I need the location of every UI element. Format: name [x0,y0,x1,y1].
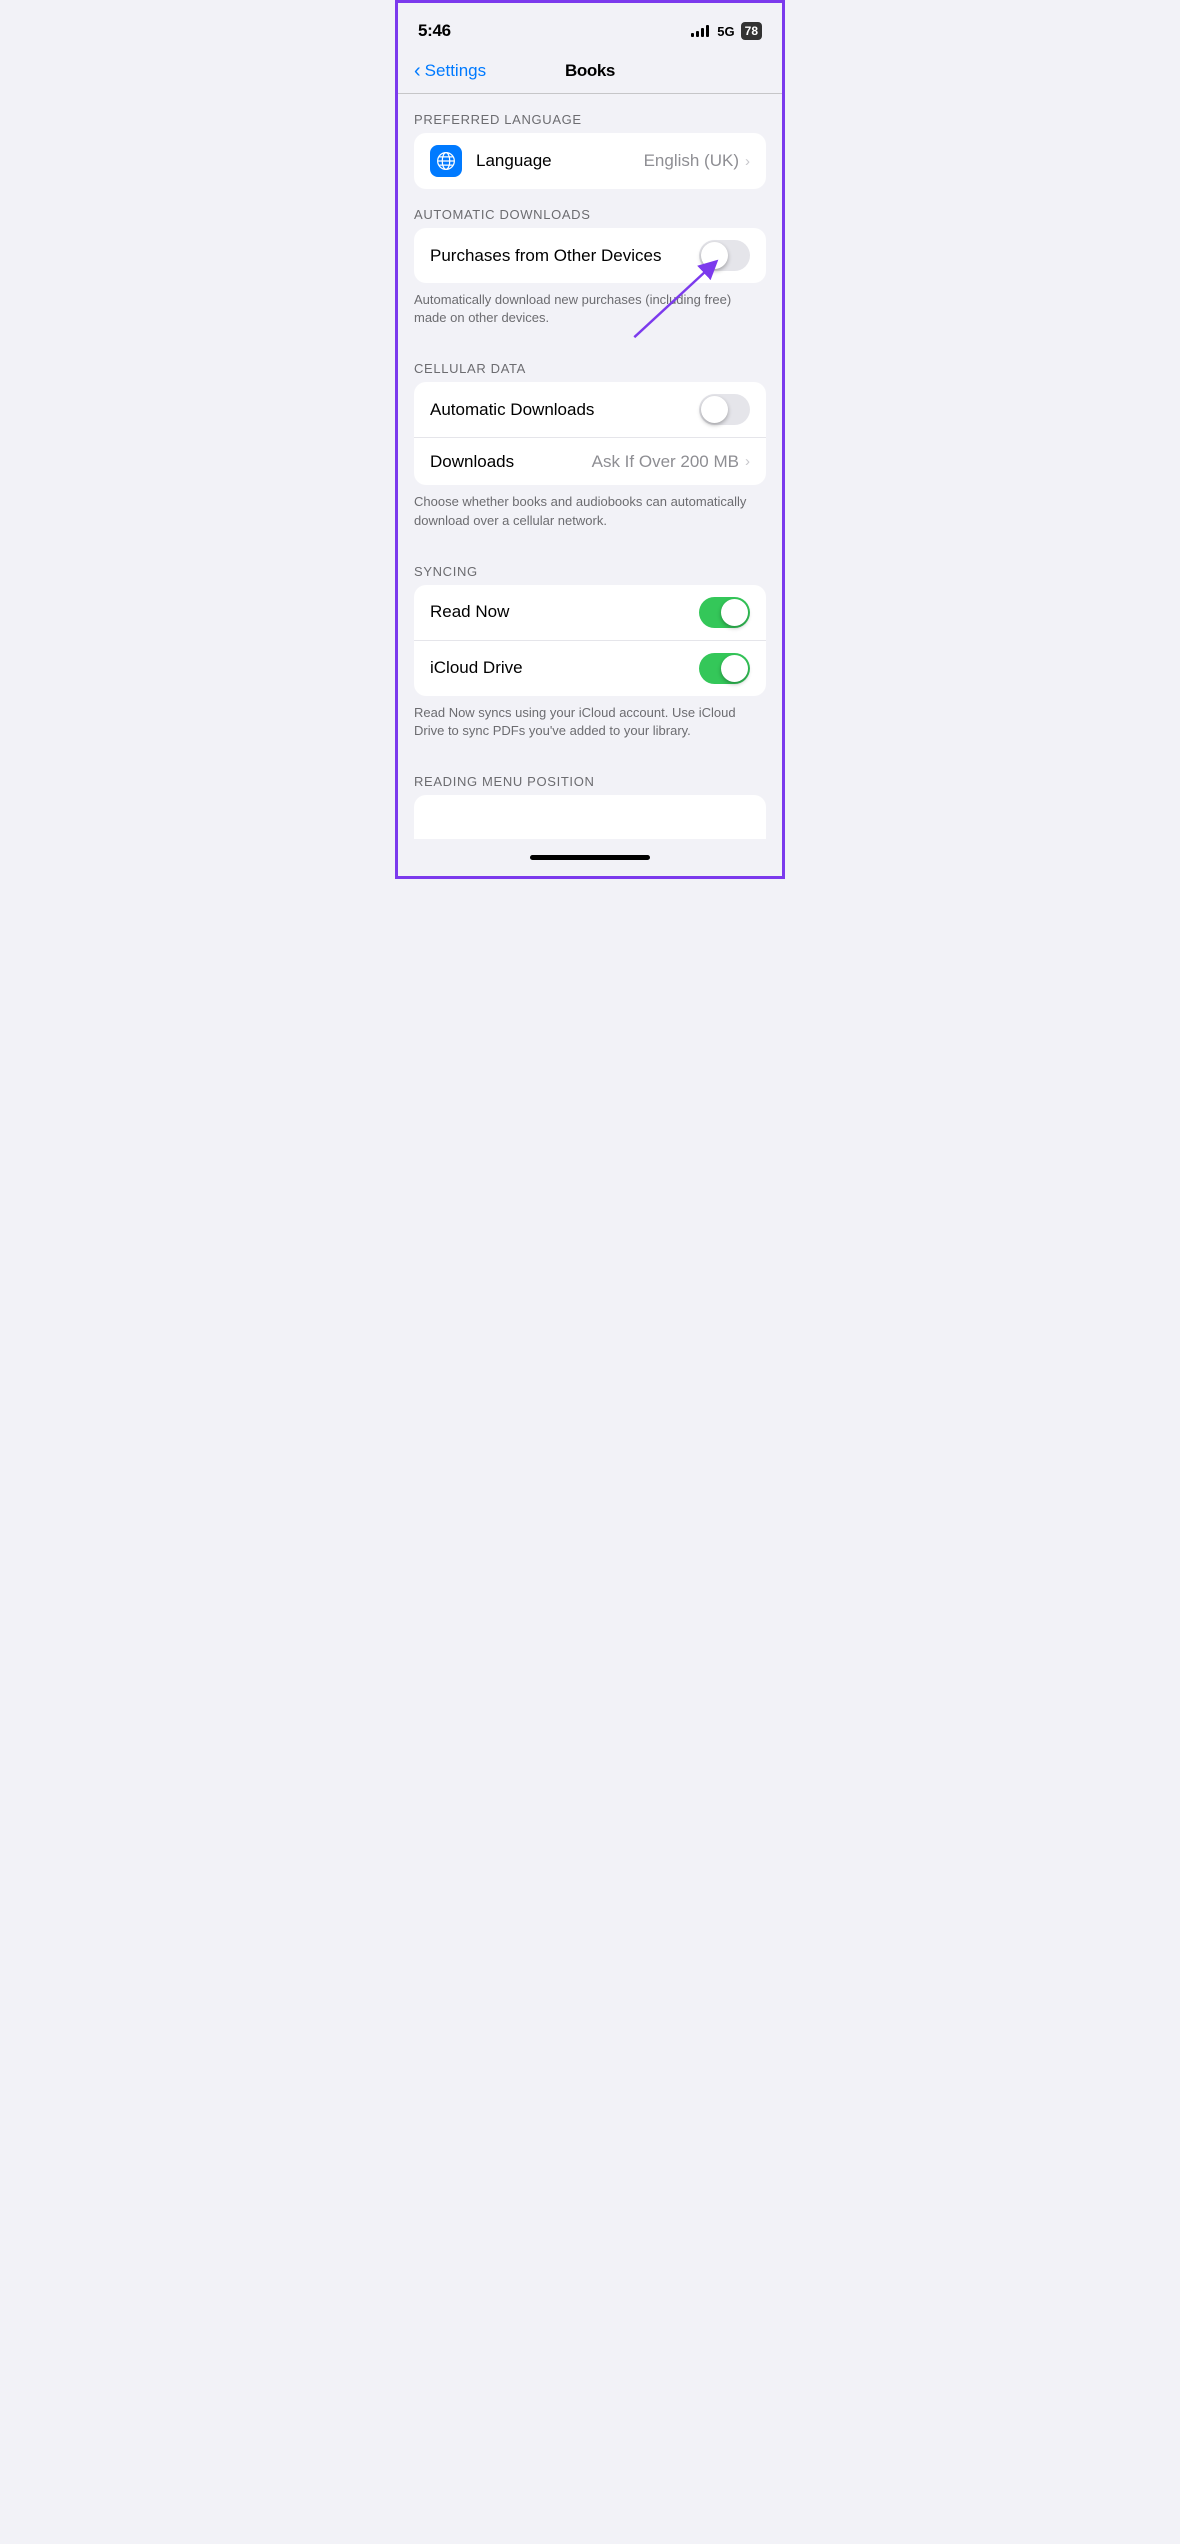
chevron-left-icon: ‹ [414,61,421,81]
back-label: Settings [425,61,486,81]
globe-icon-container [430,145,462,177]
section-syncing: SYNCING Read Now iCloud Drive Read Now s… [398,546,782,756]
purchases-other-devices-row: Purchases from Other Devices [414,228,766,283]
globe-icon [436,151,456,171]
status-icons: 5G 78 [691,22,762,40]
network-label: 5G [717,24,734,39]
cellular-data-footer: Choose whether books and audiobooks can … [398,485,782,545]
section-header-cellular-data: CELLULAR DATA [398,343,782,382]
icloud-drive-row: iCloud Drive [414,640,766,696]
section-preferred-language: PREFERRED LANGUAGE Language English (UK) [398,94,782,189]
automatic-downloads-group: Purchases from Other Devices [414,228,766,283]
language-chevron-icon: › [745,153,750,170]
page-title: Books [565,61,615,81]
syncing-footer: Read Now syncs using your iCloud account… [398,696,782,756]
downloads-value: Ask If Over 200 MB [592,452,739,472]
reading-menu-partial-row [414,795,766,839]
signal-bars-icon [691,25,709,37]
section-reading-menu-position: READING MENU POSITION [398,756,782,839]
section-automatic-downloads: AUTOMATIC DOWNLOADS Purchases from Other… [398,189,782,343]
downloads-label: Downloads [430,452,592,472]
read-now-toggle[interactable] [699,597,750,628]
section-header-preferred-language: PREFERRED LANGUAGE [398,94,782,133]
toggle-knob-auto-dl [701,396,728,423]
language-row[interactable]: Language English (UK) › [414,133,766,189]
automatic-downloads-label: Automatic Downloads [430,400,699,420]
downloads-row[interactable]: Downloads Ask If Over 200 MB › [414,437,766,485]
automatic-downloads-row: Automatic Downloads [414,382,766,437]
syncing-group: Read Now iCloud Drive [414,585,766,696]
section-header-syncing: SYNCING [398,546,782,585]
signal-bar-4 [706,25,709,37]
reading-menu-position-group [414,795,766,839]
home-bar [530,855,650,860]
section-header-reading-menu-position: READING MENU POSITION [398,756,782,795]
battery-level: 78 [745,24,758,38]
signal-bar-3 [701,28,704,37]
icloud-drive-label: iCloud Drive [430,658,699,678]
toggle-knob [701,242,728,269]
language-value: English (UK) [644,151,739,171]
signal-bar-2 [696,31,699,37]
section-cellular-data: CELLULAR DATA Automatic Downloads Downlo… [398,343,782,545]
page-wrapper: 5:46 5G 78 ‹ Settings Books PREFERRED LA… [398,3,782,876]
signal-bar-1 [691,33,694,37]
purchases-other-devices-toggle[interactable] [699,240,750,271]
read-now-row: Read Now [414,585,766,640]
battery-icon: 78 [741,22,762,40]
downloads-chevron-icon: › [745,453,750,470]
preferred-language-group: Language English (UK) › [414,133,766,189]
status-bar: 5:46 5G 78 [398,3,782,53]
status-time: 5:46 [418,21,451,41]
section-header-automatic-downloads: AUTOMATIC DOWNLOADS [398,189,782,228]
nav-bar: ‹ Settings Books [398,53,782,94]
automatic-downloads-footer: Automatically download new purchases (in… [398,283,782,343]
content: PREFERRED LANGUAGE Language English (UK) [398,94,782,839]
cellular-data-group: Automatic Downloads Downloads Ask If Ove… [414,382,766,485]
toggle-knob-read-now [721,599,748,626]
home-indicator [398,847,782,876]
automatic-downloads-toggle[interactable] [699,394,750,425]
back-button[interactable]: ‹ Settings [414,61,486,81]
toggle-knob-icloud [721,655,748,682]
icloud-drive-toggle[interactable] [699,653,750,684]
purchases-other-devices-label: Purchases from Other Devices [430,246,699,266]
language-label: Language [476,151,644,171]
read-now-label: Read Now [430,602,699,622]
